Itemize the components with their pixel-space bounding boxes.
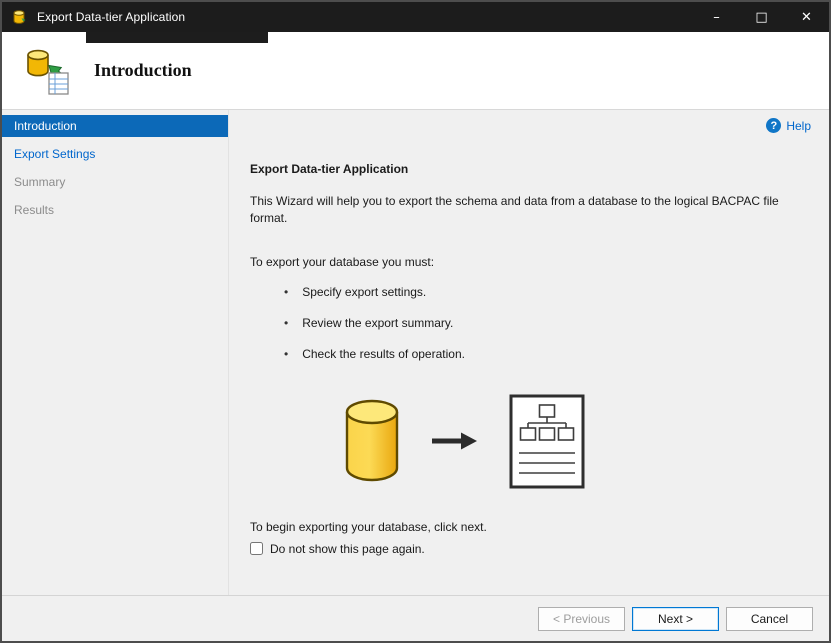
list-item: • Check the results of operation. — [250, 347, 813, 361]
help-label: Help — [786, 118, 811, 133]
list-item: • Review the export summary. — [250, 316, 813, 330]
help-link[interactable]: ? Help — [766, 118, 811, 133]
database-cylinder-icon — [342, 399, 402, 483]
titlebar[interactable]: Export Data-tier Application – □ ✕ — [2, 2, 829, 32]
bacpac-document-icon — [508, 393, 586, 490]
sidebar-item-export-settings[interactable]: Export Settings — [2, 143, 228, 165]
sidebar-item-introduction[interactable]: Introduction — [2, 115, 228, 137]
dont-show-again-label: Do not show this page again. — [270, 541, 425, 556]
dont-show-again-checkbox[interactable] — [250, 542, 263, 556]
list-item: • Specify export settings. — [250, 285, 813, 299]
sidebar-item-summary: Summary — [14, 175, 66, 189]
bullet-text: Specify export settings. — [302, 284, 427, 299]
export-wizard-window: Export Data-tier Application – □ ✕ Intro… — [0, 0, 831, 643]
requirements-list: • Specify export settings. • Review the … — [250, 285, 813, 361]
begin-export-note: To begin exporting your database, click … — [250, 519, 487, 534]
bullet-text: Review the export summary. — [302, 315, 454, 330]
requirements-intro: To export your database you must: — [250, 254, 435, 269]
dont-show-again-row[interactable]: Do not show this page again. — [250, 542, 813, 556]
database-export-icon — [24, 46, 72, 96]
bullet-icon: • — [284, 284, 289, 299]
titlebar-shadow-remnant — [86, 32, 268, 43]
wizard-button-bar: < Previous Next > Cancel — [2, 595, 829, 641]
bullet-icon: • — [284, 346, 289, 361]
window-controls: – □ ✕ — [694, 2, 829, 32]
wizard-header: Introduction — [2, 32, 829, 110]
wizard-steps-sidebar: Introduction Export Settings Summary Res… — [2, 110, 229, 595]
wizard-main-panel: ? Help Export Data-tier Application This… — [229, 110, 829, 595]
bullet-text: Check the results of operation. — [302, 346, 465, 361]
next-button[interactable]: Next > — [632, 606, 719, 631]
cancel-button[interactable]: Cancel — [726, 606, 813, 631]
close-button[interactable]: ✕ — [784, 2, 829, 32]
export-illustration — [342, 393, 813, 490]
help-icon: ? — [766, 118, 782, 133]
previous-button: < Previous — [538, 606, 625, 631]
wizard-body: Introduction Export Settings Summary Res… — [2, 110, 829, 595]
bullet-icon: • — [284, 315, 289, 330]
maximize-button[interactable]: □ — [739, 2, 784, 32]
minimize-button[interactable]: – — [694, 2, 739, 32]
right-arrow-icon — [432, 430, 478, 452]
sidebar-item-results: Results — [14, 203, 55, 217]
app-icon — [12, 9, 28, 25]
window-title: Export Data-tier Application — [37, 10, 186, 24]
page-title: Introduction — [94, 60, 192, 80]
content-title: Export Data-tier Application — [250, 162, 409, 176]
intro-paragraph: This Wizard will help you to export the … — [250, 194, 779, 226]
